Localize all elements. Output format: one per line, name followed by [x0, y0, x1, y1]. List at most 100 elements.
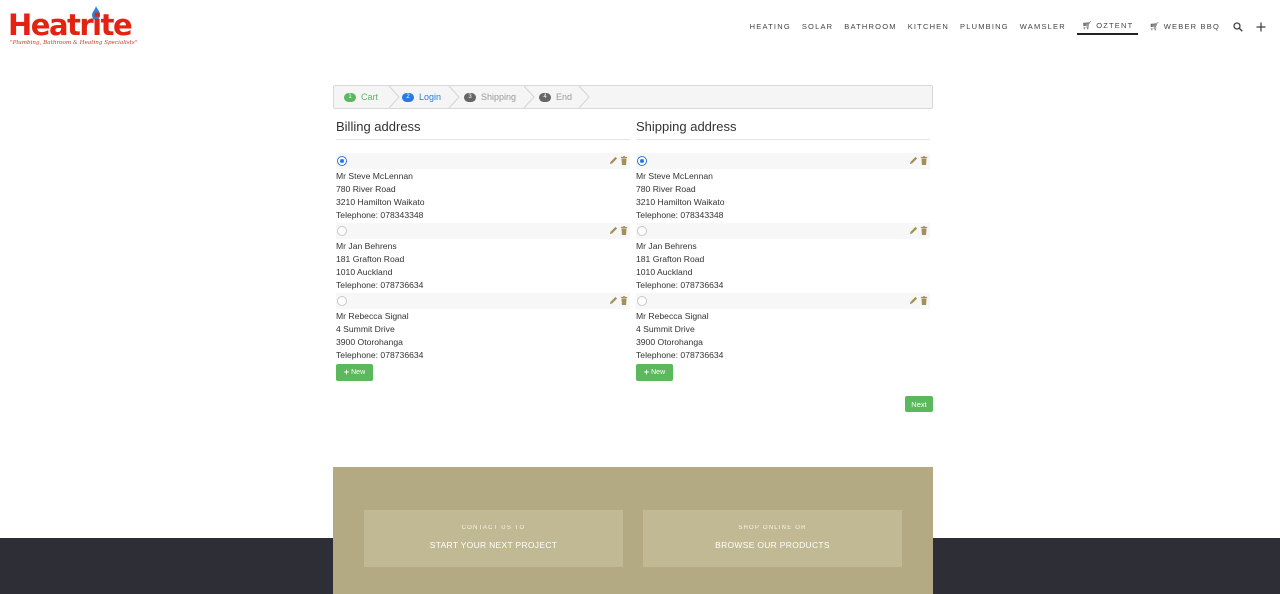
step-shipping[interactable]: 3 Shipping	[464, 86, 516, 108]
address-radio[interactable]	[337, 296, 347, 306]
nav-heating[interactable]: HEATING	[750, 18, 791, 35]
address-phone: Telephone: 078736634	[336, 350, 424, 360]
step-number: 4	[539, 92, 551, 102]
step-label: Login	[419, 92, 442, 102]
billing-new-address-button[interactable]: + New	[336, 364, 373, 381]
step-end[interactable]: 4 End	[539, 86, 572, 108]
trash-icon[interactable]	[920, 156, 928, 165]
nav-oztent-label: OZTENT	[1096, 21, 1134, 30]
shop-cta-title: BROWSE OUR PRODUCTS	[715, 540, 830, 550]
billing-column: Billing address Mr Steve McLennan 780 Ri…	[336, 119, 630, 381]
address-city: 1010 Auckland	[636, 267, 693, 277]
address-header-bar	[636, 223, 930, 239]
logo-wordmark: Heatrite	[8, 8, 133, 42]
step-number: 2	[402, 92, 414, 102]
address-street: 780 River Road	[336, 184, 396, 194]
address-header-bar	[636, 153, 930, 169]
nav-bathroom[interactable]: BATHROOM	[844, 18, 896, 35]
address-street: 4 Summit Drive	[636, 324, 695, 334]
shop-cta-kicker: SHOP ONLINE OR	[738, 525, 807, 531]
contact-cta-title: START YOUR NEXT PROJECT	[429, 540, 558, 550]
billing-address-3: Mr Rebecca Signal 4 Summit Drive 3900 Ot…	[336, 293, 630, 363]
shipping-address-1: Mr Steve McLennan 780 River Road 3210 Ha…	[636, 153, 930, 223]
contact-cta-kicker: CONTACT US TO	[461, 525, 526, 531]
nav-plumbing[interactable]: PLUMBING	[960, 18, 1009, 35]
step-separator	[578, 86, 590, 108]
address-city: 1010 Auckland	[336, 267, 393, 277]
address-city: 3210 Hamilton Waikato	[636, 197, 725, 207]
plus-icon[interactable]	[1256, 22, 1266, 32]
pencil-icon[interactable]	[909, 296, 918, 305]
billing-address-1: Mr Steve McLennan 780 River Road 3210 Ha…	[336, 153, 630, 223]
plus-icon: +	[343, 367, 350, 377]
address-phone: Telephone: 078736634	[636, 280, 724, 290]
trash-icon[interactable]	[620, 156, 628, 165]
cart-icon: 🛒︎	[1081, 21, 1094, 30]
address-street: 181 Grafton Road	[636, 254, 705, 264]
pencil-icon[interactable]	[909, 226, 918, 235]
main-nav: HEATING SOLAR BATHROOM KITCHEN PLUMBING …	[739, 18, 1266, 35]
address-name: Mr Steve McLennan	[336, 171, 413, 181]
address-city: 3900 Otorohanga	[636, 337, 703, 347]
search-icon[interactable]	[1233, 21, 1243, 32]
nav-oztent[interactable]: 🛒︎ OZTENT	[1076, 18, 1139, 35]
new-button-label: New	[351, 369, 366, 376]
billing-title: Billing address	[336, 119, 630, 140]
pencil-icon[interactable]	[609, 296, 618, 305]
shop-cta[interactable]: SHOP ONLINE OR BROWSE OUR PRODUCTS	[643, 510, 902, 567]
checkout-steps: 1 Cart 2 Login 3 Shipping 4 End	[333, 85, 933, 109]
plus-icon: +	[643, 367, 650, 377]
step-separator	[388, 86, 400, 108]
address-radio[interactable]	[337, 226, 347, 236]
pencil-icon[interactable]	[609, 156, 618, 165]
shipping-address-3: Mr Rebecca Signal 4 Summit Drive 3900 Ot…	[636, 293, 930, 363]
step-label: Cart	[361, 92, 379, 102]
nav-weber-bbq[interactable]: 🛒︎ WEBER BBQ	[1149, 18, 1220, 35]
address-street: 780 River Road	[636, 184, 696, 194]
new-button-label: New	[651, 369, 666, 376]
pencil-icon[interactable]	[609, 226, 618, 235]
address-radio[interactable]	[637, 296, 647, 306]
address-actions	[909, 156, 928, 165]
address-street: 181 Grafton Road	[336, 254, 405, 264]
address-name: Mr Rebecca Signal	[636, 311, 709, 321]
address-actions	[909, 296, 928, 305]
step-number: 1	[344, 92, 356, 102]
step-login[interactable]: 2 Login	[402, 86, 441, 108]
logo-tagline: "Plumbing, Bathroom & Heating Specialist…	[10, 40, 138, 46]
address-name: Mr Rebecca Signal	[336, 311, 409, 321]
nav-wamsler[interactable]: WAMSLER	[1020, 18, 1066, 35]
nav-weber-label: WEBER BBQ	[1163, 22, 1220, 31]
trash-icon[interactable]	[620, 226, 628, 235]
address-city: 3900 Otorohanga	[336, 337, 403, 347]
pencil-icon[interactable]	[909, 156, 918, 165]
address-phone: Telephone: 078736634	[336, 280, 424, 290]
address-radio[interactable]	[637, 226, 647, 236]
cart-icon: 🛒︎	[1149, 22, 1161, 31]
address-header-bar	[336, 223, 630, 239]
billing-address-2: Mr Jan Behrens 181 Grafton Road 1010 Auc…	[336, 223, 630, 293]
address-street: 4 Summit Drive	[336, 324, 395, 334]
shipping-new-address-button[interactable]: + New	[636, 364, 673, 381]
nav-solar[interactable]: SOLAR	[802, 18, 833, 35]
nav-kitchen[interactable]: KITCHEN	[908, 18, 949, 35]
heatrite-logo[interactable]: Heatrite TM "Plumbing, Bathroom & Heatin…	[8, 6, 137, 50]
address-header-bar	[636, 293, 930, 309]
trash-icon[interactable]	[920, 226, 928, 235]
address-name: Mr Jan Behrens	[336, 241, 397, 251]
trash-icon[interactable]	[920, 296, 928, 305]
footer-cta-panel: CONTACT US TO START YOUR NEXT PROJECT SH…	[333, 467, 933, 594]
address-header-bar	[336, 293, 630, 309]
contact-cta[interactable]: CONTACT US TO START YOUR NEXT PROJECT	[364, 510, 623, 567]
address-radio[interactable]	[637, 156, 647, 166]
step-separator	[448, 86, 460, 108]
trash-icon[interactable]	[620, 296, 628, 305]
next-button[interactable]: Next	[905, 396, 933, 412]
address-city: 3210 Hamilton Waikato	[336, 197, 425, 207]
address-radio[interactable]	[337, 156, 347, 166]
address-phone: Telephone: 078736634	[636, 350, 724, 360]
address-actions	[609, 226, 628, 235]
step-cart[interactable]: 1 Cart	[344, 86, 378, 108]
step-separator	[523, 86, 535, 108]
step-number: 3	[464, 92, 476, 102]
